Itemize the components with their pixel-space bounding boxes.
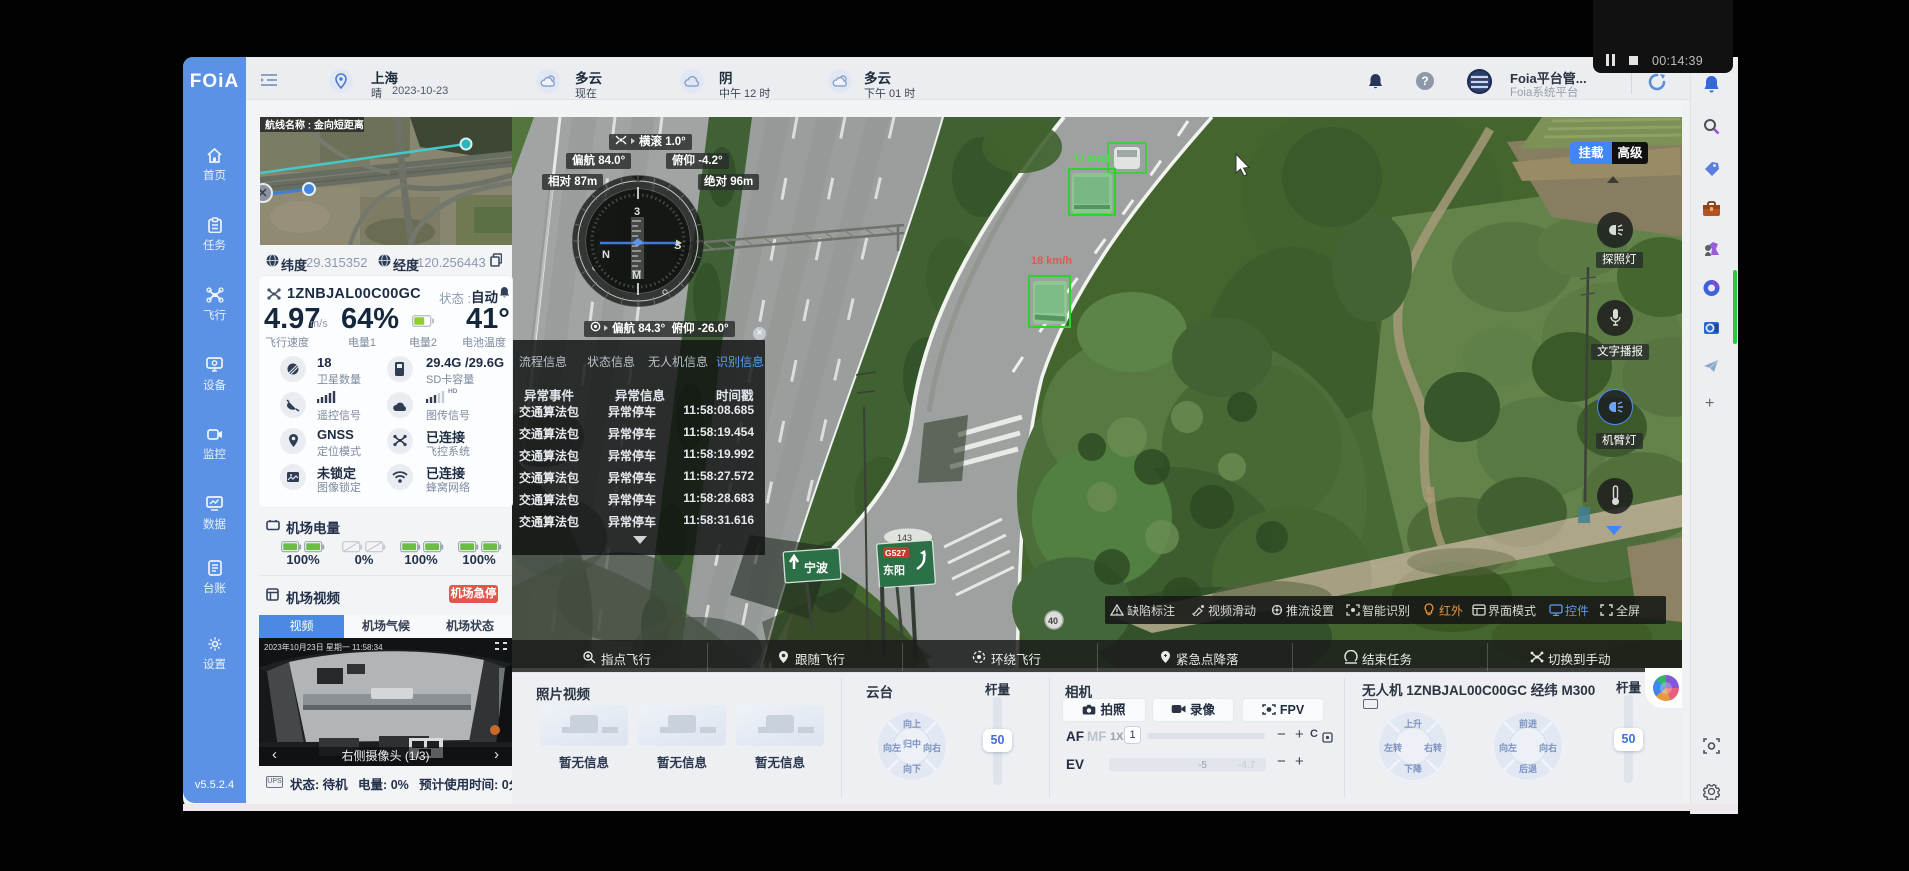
svg-text:3: 3 [634, 206, 640, 218]
svg-text:东阳: 东阳 [883, 563, 905, 577]
svg-text:G527: G527 [885, 548, 906, 558]
svg-text:40: 40 [1048, 616, 1058, 626]
svg-text:2023年10月23日 星期一 11:58:34: 2023年10月23日 星期一 11:58:34 [264, 642, 383, 652]
svg-text:N: N [602, 249, 610, 261]
svg-text:航线名称 : 金向短距离: 航线名称 : 金向短距离 [265, 119, 364, 132]
svg-text:11 km/h: 11 km/h [1073, 153, 1114, 165]
svg-text:宁波: 宁波 [804, 560, 829, 575]
svg-text:18 km/h: 18 km/h [1031, 255, 1072, 267]
